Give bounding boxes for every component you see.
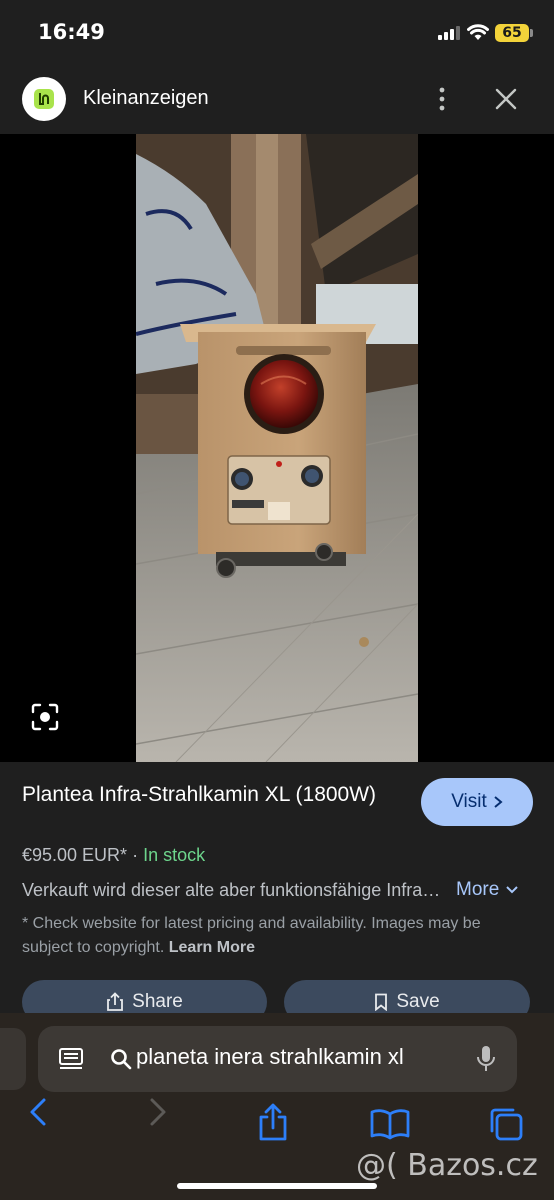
search-query[interactable]: planeta inera strahlkamin xl	[136, 1044, 404, 1070]
battery-tip	[530, 29, 533, 37]
share-sheet-icon[interactable]	[256, 1102, 290, 1142]
app-header: Kleinanzeigen	[0, 66, 554, 134]
back-icon[interactable]	[28, 1096, 48, 1128]
search-icon	[111, 1049, 132, 1070]
logo-mark	[34, 89, 54, 109]
status-time: 16:49	[38, 20, 105, 44]
product-info-panel: Plantea Infra-Strahlkamin XL (1800W) Vis…	[0, 762, 554, 1024]
bookmarks-icon[interactable]	[370, 1108, 410, 1140]
price-line: €95.00 EUR* · In stock	[22, 845, 205, 866]
image-viewer[interactable]	[0, 134, 554, 762]
tabs-icon[interactable]	[488, 1106, 524, 1142]
learn-more-link[interactable]: Learn More	[169, 939, 255, 956]
battery-indicator: 65	[495, 24, 529, 42]
price: €95.00 EUR*	[22, 845, 128, 865]
share-label: Share	[132, 991, 183, 1012]
product-title[interactable]: Plantea Infra-Strahlkamin XL (1800W)	[22, 780, 382, 810]
kebab-menu-icon[interactable]	[432, 86, 452, 112]
visit-button[interactable]: Visit	[421, 778, 533, 826]
chevron-down-icon	[505, 886, 518, 894]
header-title: Kleinanzeigen	[83, 87, 209, 109]
watermark: @( Bazos.cz	[356, 1148, 538, 1183]
signal-icon	[438, 26, 460, 40]
chevron-right-icon	[494, 796, 503, 808]
close-icon[interactable]	[493, 86, 519, 112]
previous-tab-peek[interactable]	[0, 1028, 26, 1090]
product-photo	[136, 134, 418, 762]
visit-label: Visit	[451, 791, 487, 812]
separator: ·	[132, 845, 139, 865]
microphone-icon[interactable]	[476, 1044, 496, 1074]
kleinanzeigen-logo-icon	[22, 77, 66, 121]
save-label: Save	[396, 991, 440, 1012]
home-indicator[interactable]	[177, 1183, 377, 1189]
status-bar: 16:49 65	[0, 0, 554, 66]
bookmark-icon	[375, 993, 388, 1011]
forward-icon[interactable]	[148, 1096, 168, 1128]
wifi-icon	[467, 24, 489, 40]
more-button[interactable]: More	[456, 879, 519, 901]
stock-status: In stock	[143, 845, 206, 865]
reader-icon[interactable]	[58, 1046, 84, 1072]
disclaimer: * Check website for latest pricing and a…	[22, 912, 532, 960]
more-label: More	[456, 879, 500, 900]
product-description: Verkauft wird dieser alte aber funktions…	[22, 880, 442, 900]
share-icon	[107, 992, 124, 1011]
address-bar[interactable]: planeta inera strahlkamin xl	[38, 1026, 517, 1092]
lens-search-icon[interactable]	[30, 702, 60, 732]
